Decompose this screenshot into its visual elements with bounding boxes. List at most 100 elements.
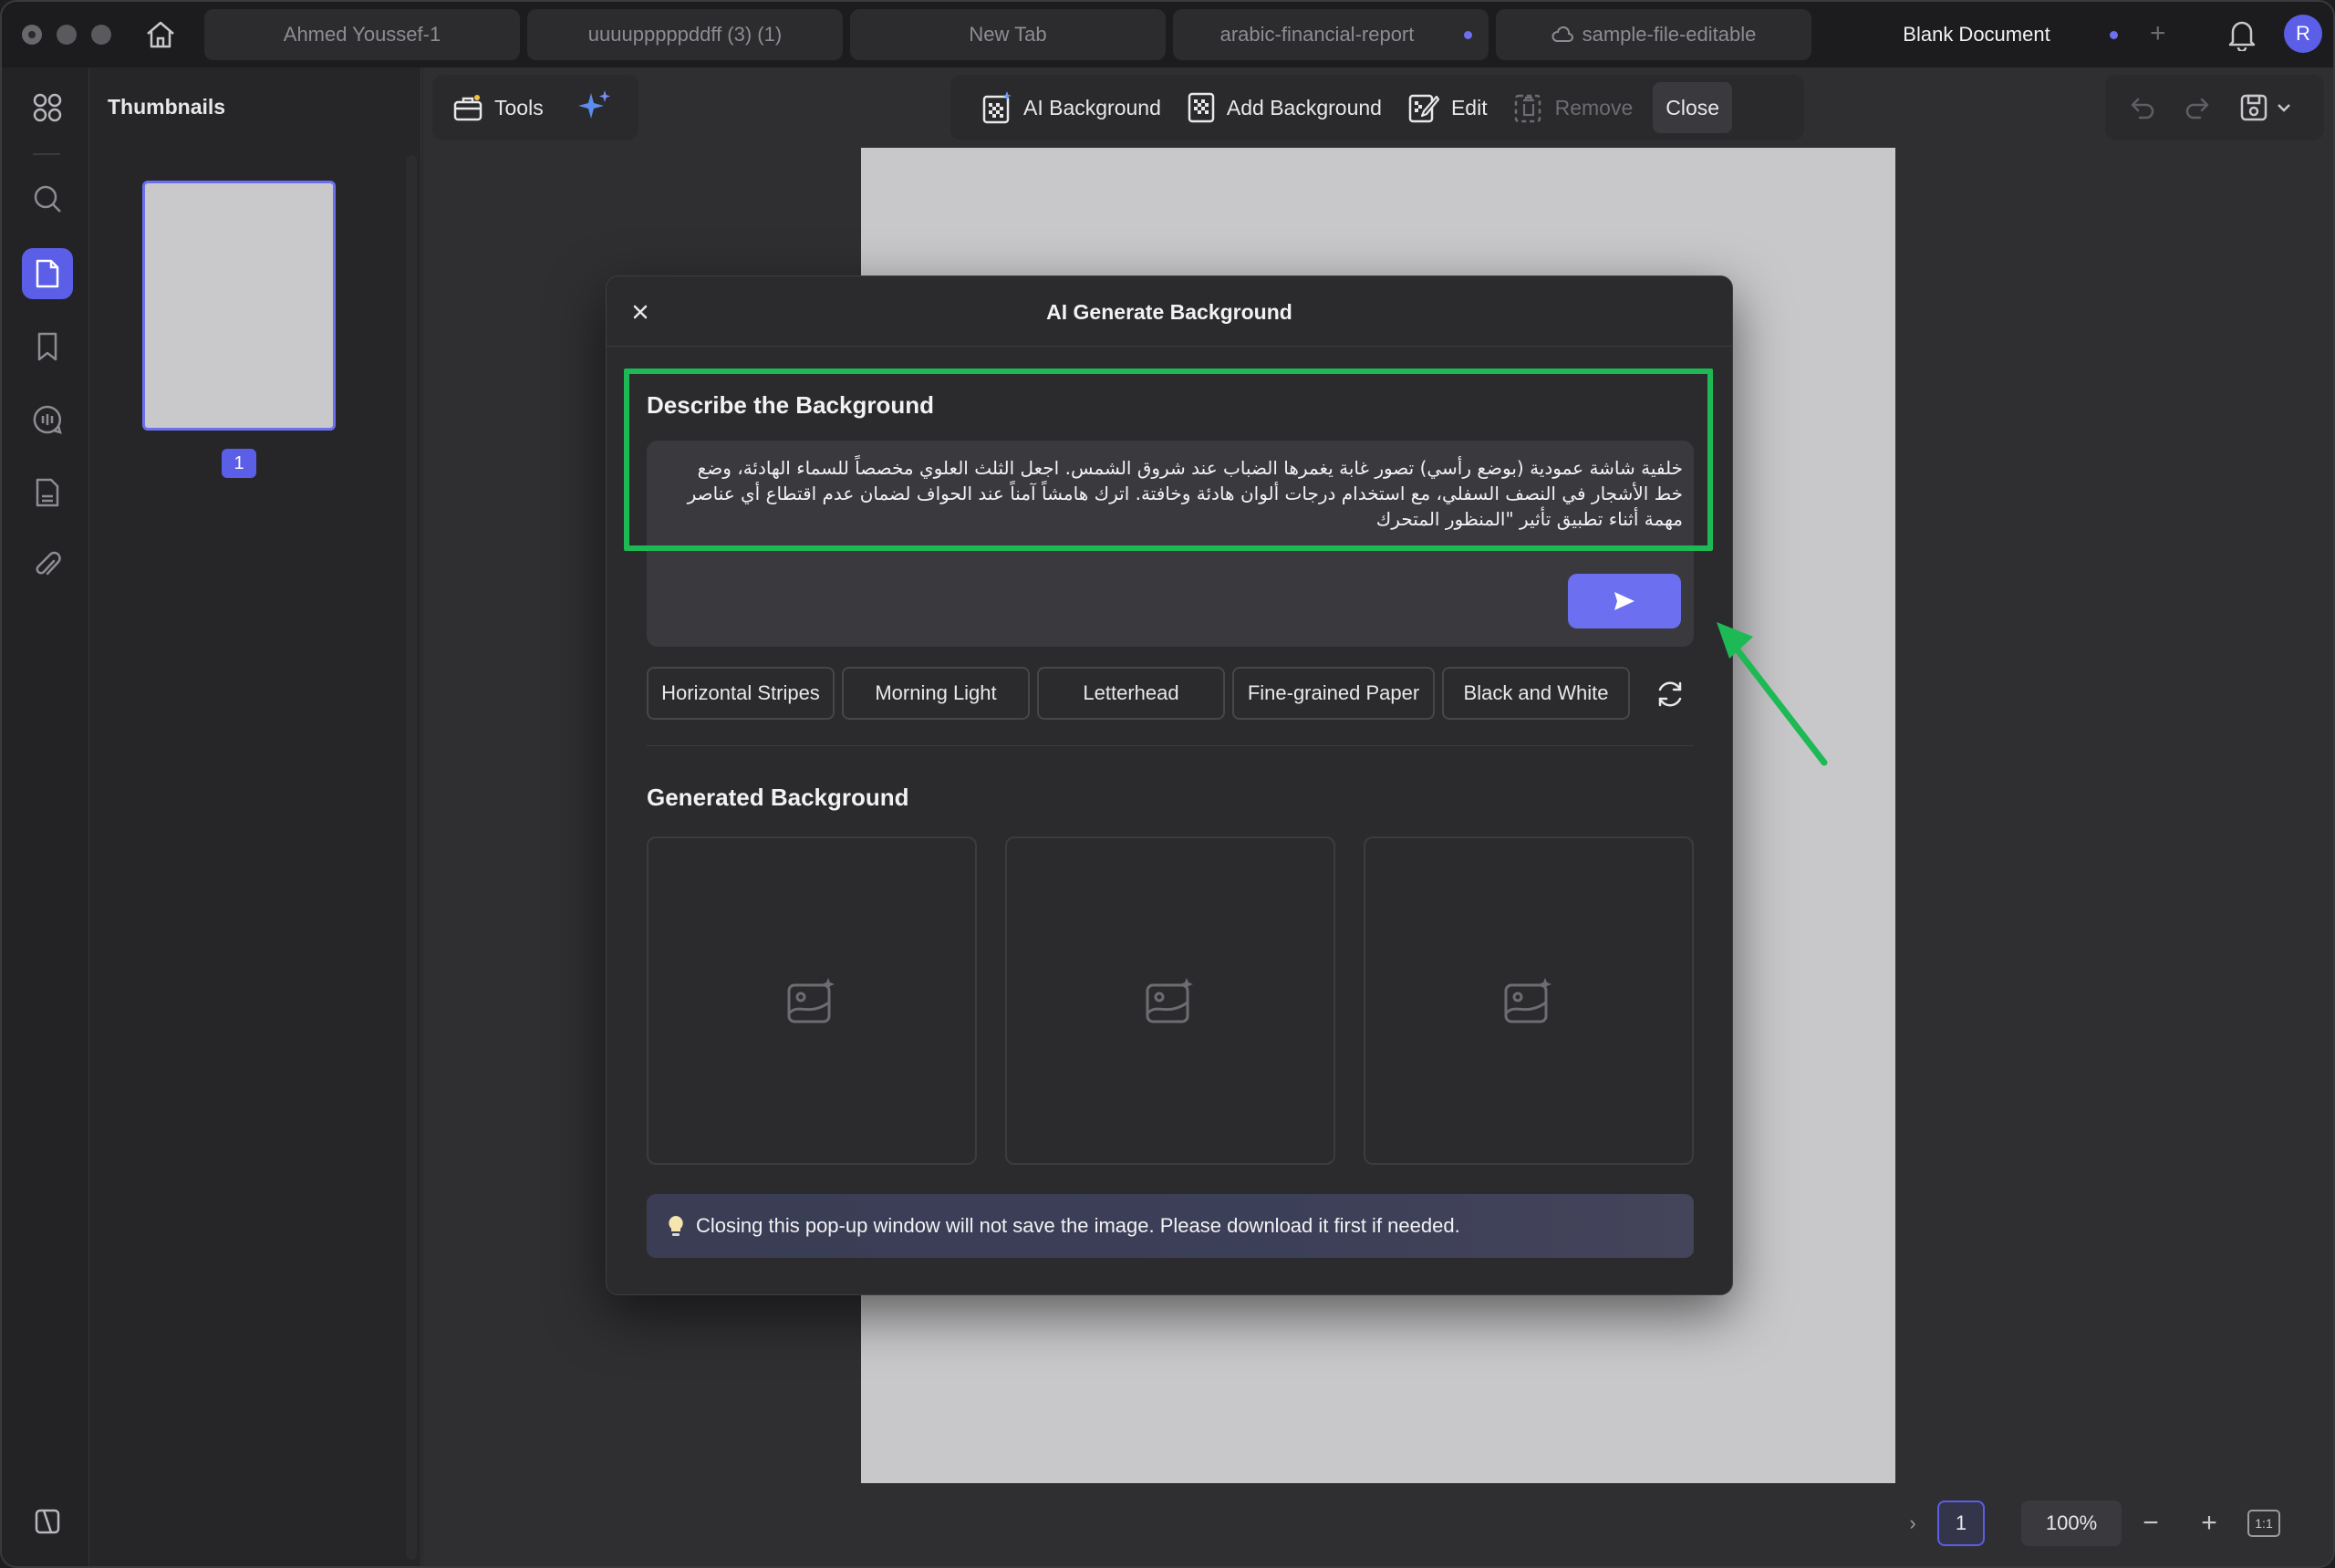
actual-size-button[interactable]: 1:1 bbox=[2247, 1510, 2280, 1537]
close-toolbar-button[interactable]: Close bbox=[1653, 82, 1733, 133]
sidebar-toggle-button[interactable] bbox=[22, 1496, 73, 1547]
tools-button[interactable]: Tools bbox=[452, 93, 544, 122]
edit-label: Edit bbox=[1450, 95, 1488, 119]
bookmarks-button[interactable] bbox=[22, 321, 73, 372]
home-button[interactable] bbox=[140, 16, 181, 53]
chip-black-and-white[interactable]: Black and White bbox=[1442, 667, 1630, 720]
window-controls bbox=[22, 25, 111, 45]
save-icon bbox=[2240, 94, 2268, 121]
generated-slot-2[interactable] bbox=[1005, 836, 1335, 1165]
chip-letterhead[interactable]: Letterhead bbox=[1037, 667, 1225, 720]
dialog-divider bbox=[607, 346, 1732, 347]
tools-toolbar: Tools bbox=[432, 75, 638, 140]
style-suggestions: Horizontal Stripes Morning Light Letterh… bbox=[647, 667, 1630, 722]
new-tab-button[interactable]: + bbox=[2150, 18, 2166, 49]
toolbox-icon bbox=[453, 95, 483, 121]
ai-background-button[interactable]: AI Background bbox=[969, 82, 1174, 133]
tab-ahmed-youssef[interactable]: Ahmed Youssef-1 bbox=[204, 9, 520, 60]
cloud-icon bbox=[1551, 26, 1573, 42]
prompt-text[interactable]: خلفية شاشة عمودية (بوضع رأسي) تصور غابة … bbox=[663, 455, 1683, 550]
search-button[interactable] bbox=[22, 173, 73, 224]
generated-slot-3[interactable] bbox=[1364, 836, 1694, 1165]
zoom-out-button[interactable]: − bbox=[2122, 1508, 2180, 1539]
unsaved-dot bbox=[2110, 31, 2118, 39]
tab-arabic-financial-report[interactable]: arabic-financial-report bbox=[1173, 9, 1489, 60]
dialog-title: AI Generate Background bbox=[1046, 300, 1292, 324]
add-background-button[interactable]: Add Background bbox=[1174, 82, 1395, 133]
tab-new-tab[interactable]: New Tab bbox=[850, 9, 1166, 60]
rail-divider bbox=[33, 153, 60, 155]
document-actions bbox=[2105, 75, 2324, 140]
image-placeholder-icon bbox=[787, 978, 835, 1023]
attachments-button[interactable] bbox=[22, 540, 73, 591]
tab-blank-document[interactable]: Blank Document bbox=[1819, 9, 2134, 60]
add-background-icon bbox=[1188, 92, 1215, 123]
close-label: Close bbox=[1666, 95, 1720, 119]
redo-icon[interactable] bbox=[2184, 94, 2211, 121]
form-icon bbox=[36, 478, 59, 507]
save-warning-notice: Closing this pop-up window will not save… bbox=[647, 1194, 1694, 1258]
paperclip-icon bbox=[36, 551, 61, 576]
zoom-in-button[interactable]: + bbox=[2180, 1508, 2238, 1539]
tab-sample-file-editable[interactable]: sample-file-editable bbox=[1496, 9, 1811, 60]
page-thumbnail[interactable] bbox=[142, 181, 336, 431]
generated-title: Generated Background bbox=[647, 784, 909, 811]
home-icon bbox=[147, 21, 174, 48]
tab-uuuupppppddff[interactable]: uuuupppppddff (3) (1) bbox=[527, 9, 843, 60]
chevron-down-icon bbox=[2278, 104, 2290, 112]
ai-assistant-button[interactable] bbox=[576, 88, 613, 129]
ai-generate-background-dialog: AI Generate Background Describe the Back… bbox=[606, 275, 1733, 1295]
chip-horizontal-stripes[interactable]: Horizontal Stripes bbox=[647, 667, 835, 720]
tab-label: Ahmed Youssef-1 bbox=[283, 23, 441, 46]
chevron-right-icon[interactable]: › bbox=[1899, 1511, 1926, 1535]
add-background-label: Add Background bbox=[1226, 95, 1382, 119]
comments-button[interactable] bbox=[22, 394, 73, 445]
thumbnails-button[interactable] bbox=[22, 248, 73, 299]
forms-button[interactable] bbox=[22, 467, 73, 518]
tab-label: uuuupppppddff (3) (1) bbox=[587, 23, 783, 46]
section-divider bbox=[647, 745, 1694, 746]
notifications-button[interactable] bbox=[2227, 18, 2257, 56]
refresh-icon bbox=[1658, 681, 1682, 707]
current-page-field[interactable]: 1 bbox=[1937, 1501, 1985, 1546]
thumbnail-page-number: 1 bbox=[222, 449, 256, 478]
remove-label: Remove bbox=[1554, 95, 1634, 119]
save-button[interactable] bbox=[2238, 92, 2291, 123]
bookmark-icon bbox=[37, 332, 57, 361]
zoom-level[interactable]: 100% bbox=[2021, 1501, 2122, 1546]
lightbulb-icon bbox=[669, 1216, 683, 1236]
thumbnails-panel: Thumbnails 1 bbox=[89, 67, 421, 1566]
undo-icon[interactable] bbox=[2129, 94, 2156, 121]
left-rail bbox=[2, 67, 89, 1566]
sparkle-icon bbox=[577, 89, 610, 119]
generated-slot-1[interactable] bbox=[647, 836, 977, 1165]
send-button[interactable] bbox=[1568, 574, 1681, 628]
close-window-button[interactable] bbox=[22, 25, 42, 45]
edit-background-button[interactable]: Edit bbox=[1395, 82, 1500, 133]
remove-background-button[interactable]: Remove bbox=[1500, 82, 1646, 133]
chip-fine-grained-paper[interactable]: Fine-grained Paper bbox=[1232, 667, 1435, 720]
zoom-window-button[interactable] bbox=[91, 25, 111, 45]
image-placeholder-icon bbox=[1504, 978, 1551, 1023]
describe-title: Describe the Background bbox=[647, 391, 934, 419]
minimize-window-button[interactable] bbox=[57, 25, 77, 45]
sidebar-icon bbox=[35, 1509, 60, 1534]
page-icon bbox=[36, 259, 59, 288]
tab-label: Blank Document bbox=[1903, 23, 2050, 46]
unsaved-dot bbox=[1464, 31, 1472, 39]
grid-icon bbox=[33, 93, 62, 122]
image-placeholder-icon bbox=[1146, 978, 1193, 1023]
ai-background-label: AI Background bbox=[1023, 95, 1161, 119]
refresh-suggestions-button[interactable] bbox=[1652, 676, 1688, 712]
notice-text: Closing this pop-up window will not save… bbox=[696, 1214, 1460, 1237]
thumbnails-title: Thumbnails bbox=[108, 95, 226, 119]
edit-icon bbox=[1408, 94, 1440, 123]
comment-icon bbox=[33, 405, 62, 434]
apps-button[interactable] bbox=[22, 82, 73, 133]
chip-morning-light[interactable]: Morning Light bbox=[842, 667, 1030, 720]
thumbnails-scrollbar[interactable] bbox=[406, 155, 417, 1560]
user-avatar[interactable]: R bbox=[2284, 15, 2322, 53]
tools-label: Tools bbox=[494, 95, 544, 119]
app-window: Ahmed Youssef-1 uuuupppppddff (3) (1) Ne… bbox=[0, 0, 2335, 1568]
search-icon bbox=[34, 185, 61, 213]
